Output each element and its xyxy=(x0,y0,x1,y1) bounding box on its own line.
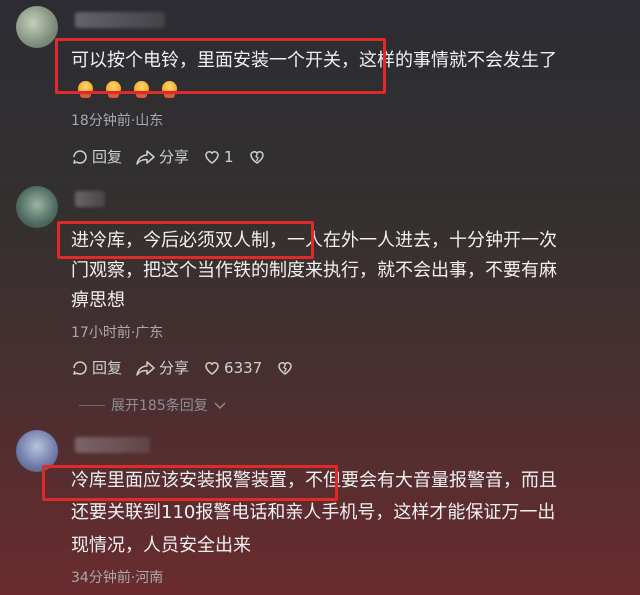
reply-label: 回复 xyxy=(92,359,123,377)
avatar[interactable] xyxy=(16,430,58,472)
comment-text: 冷库里面应该安装报警装置，不但要会有大音量报警音，而且 xyxy=(71,470,557,491)
share-button[interactable]: 分享 xyxy=(136,146,189,167)
username-blurred[interactable] xyxy=(75,191,105,207)
share-label: 分享 xyxy=(159,148,190,166)
comment-meta: 18分钟前·山东 xyxy=(71,113,164,129)
comment-text: 门观察，把这个当作铁的制度来执行，就不会出事，不要有麻 xyxy=(71,260,557,281)
expand-replies-button[interactable]: 展开185条回复 xyxy=(79,395,226,415)
heart-icon xyxy=(205,361,219,375)
reply-label: 回复 xyxy=(92,148,123,166)
divider xyxy=(79,404,105,406)
comment-text: 痹思想 xyxy=(71,290,125,311)
reply-icon xyxy=(73,360,87,375)
emoji-icon xyxy=(106,81,121,98)
like-button[interactable]: 6337 xyxy=(203,359,262,377)
comment-meta: 17小时前·广东 xyxy=(71,325,164,341)
like-count: 6337 xyxy=(224,358,263,377)
share-button[interactable]: 分享 xyxy=(136,357,189,378)
username-blurred[interactable] xyxy=(75,12,165,28)
like-count: 1 xyxy=(224,147,234,166)
comment-text: 现情况，人员安全出来 xyxy=(71,535,251,556)
broken-heart-icon xyxy=(249,150,264,164)
reply-button[interactable]: 回复 xyxy=(71,146,122,167)
reply-button[interactable]: 回复 xyxy=(71,357,122,378)
share-label: 分享 xyxy=(159,359,190,377)
share-icon xyxy=(136,149,155,165)
emoji-icon xyxy=(134,81,149,98)
heart-icon xyxy=(205,150,219,164)
share-icon xyxy=(136,360,155,376)
comment-actions: 回复 分享 1 xyxy=(71,146,280,167)
avatar[interactable] xyxy=(16,186,58,228)
comment-actions: 回复 分享 6337 xyxy=(71,357,308,378)
emoji-icon xyxy=(78,81,93,98)
chevron-down-icon xyxy=(214,402,226,409)
expand-label: 展开185条回复 xyxy=(111,398,208,414)
like-button[interactable]: 1 xyxy=(203,148,234,166)
emoji-icon xyxy=(162,81,177,98)
avatar[interactable] xyxy=(16,6,58,48)
dislike-button[interactable] xyxy=(276,359,294,377)
comment-text: 进冷库，今后必须双人制，一人在外一人进去，十分钟开一次 xyxy=(71,230,557,251)
username-blurred[interactable] xyxy=(75,437,150,453)
broken-heart-icon xyxy=(278,361,292,375)
comment-meta: 34分钟前·河南 xyxy=(71,570,164,586)
emoji-row xyxy=(78,81,177,98)
dislike-button[interactable] xyxy=(248,148,266,166)
reply-icon xyxy=(73,149,87,164)
comment-text: 还要关联到110报警电话和亲人手机号，这样才能保证万一出 xyxy=(71,502,556,523)
comment-text: 可以按个电铃，里面安装一个开关，这样的事情就不会发生了 xyxy=(71,50,557,71)
